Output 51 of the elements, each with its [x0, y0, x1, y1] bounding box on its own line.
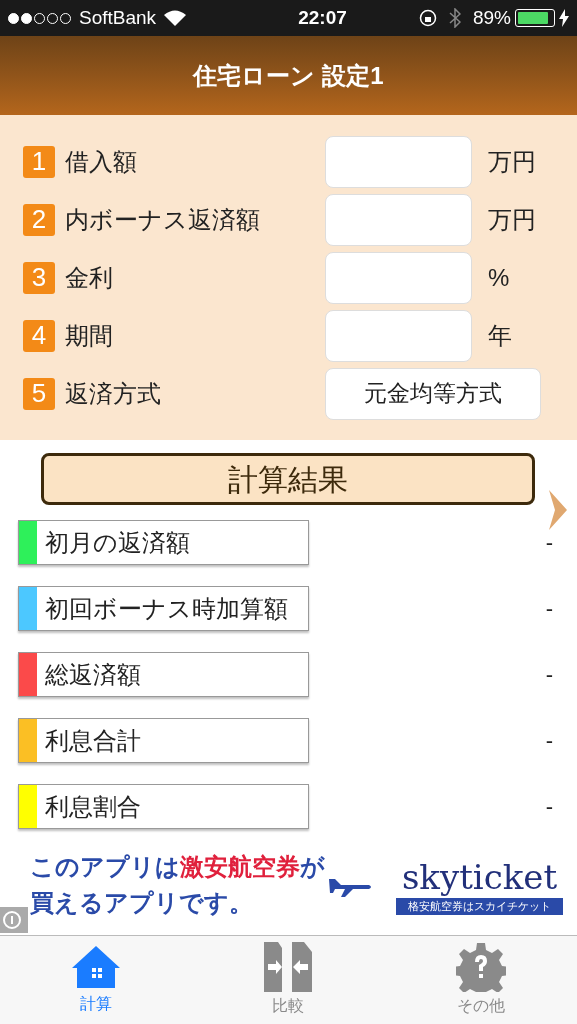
field-label: 金利	[65, 262, 114, 293]
tab-button[interactable]: その他	[384, 936, 577, 1024]
ad-text: このアプリは激安航空券が	[30, 852, 325, 882]
rotation-lock-icon	[418, 9, 437, 27]
number-badge: 5	[23, 377, 55, 410]
tab-button[interactable]: 計算	[0, 936, 193, 1024]
result-label: 利息割合	[18, 784, 309, 829]
method-select[interactable]: 元金均等方式	[325, 367, 541, 420]
field-label: 期間	[65, 320, 114, 351]
bluetooth-icon	[448, 8, 461, 28]
results-title: 計算結果	[41, 453, 535, 505]
info-icon[interactable]	[0, 907, 28, 933]
battery-icon	[515, 9, 555, 27]
result-value: -	[545, 529, 553, 557]
input-field[interactable]	[325, 193, 472, 246]
ad-brand: skyticket	[401, 855, 558, 898]
input-field[interactable]	[325, 309, 472, 362]
next-arrow-icon[interactable]	[549, 490, 567, 530]
arrows-icon	[262, 942, 315, 992]
unit-label: 万円	[488, 204, 536, 235]
battery-percent: 89%	[472, 5, 511, 30]
result-value: -	[545, 727, 553, 755]
header-title: 住宅ローン 設定1	[193, 60, 384, 91]
airplane-icon	[329, 877, 373, 897]
result-value: -	[545, 793, 553, 821]
input-field[interactable]	[325, 135, 472, 188]
result-label: 利息合計	[18, 718, 309, 763]
carrier-name: SoftBank	[79, 5, 157, 30]
result-value: -	[545, 661, 553, 689]
unit-label: 万円	[488, 146, 536, 177]
ad-tagline: 格安航空券はスカイチケット	[396, 898, 563, 915]
unit-label: %	[488, 262, 510, 293]
unit-label: 年	[488, 320, 512, 351]
gear-question-icon	[455, 942, 506, 992]
number-badge: 4	[23, 319, 55, 352]
tab-button[interactable]: 比較	[192, 936, 385, 1024]
charging-icon	[559, 9, 569, 27]
clock-time: 22:07	[297, 5, 347, 30]
field-label: 内ボーナス返済額	[65, 204, 261, 235]
result-value: -	[545, 595, 553, 623]
input-field[interactable]	[325, 251, 472, 304]
field-label: 返済方式	[65, 378, 162, 409]
result-label: 初回ボーナス時加算額	[18, 586, 309, 631]
field-label: 借入額	[65, 146, 138, 177]
wifi-icon	[164, 10, 187, 26]
number-badge: 2	[23, 203, 55, 236]
number-badge: 1	[23, 145, 55, 178]
ad-text: 買えるアプリです。	[30, 888, 254, 918]
result-label: 総返済額	[18, 652, 309, 697]
number-badge: 3	[23, 261, 55, 294]
result-label: 初月の返済額	[18, 520, 309, 565]
